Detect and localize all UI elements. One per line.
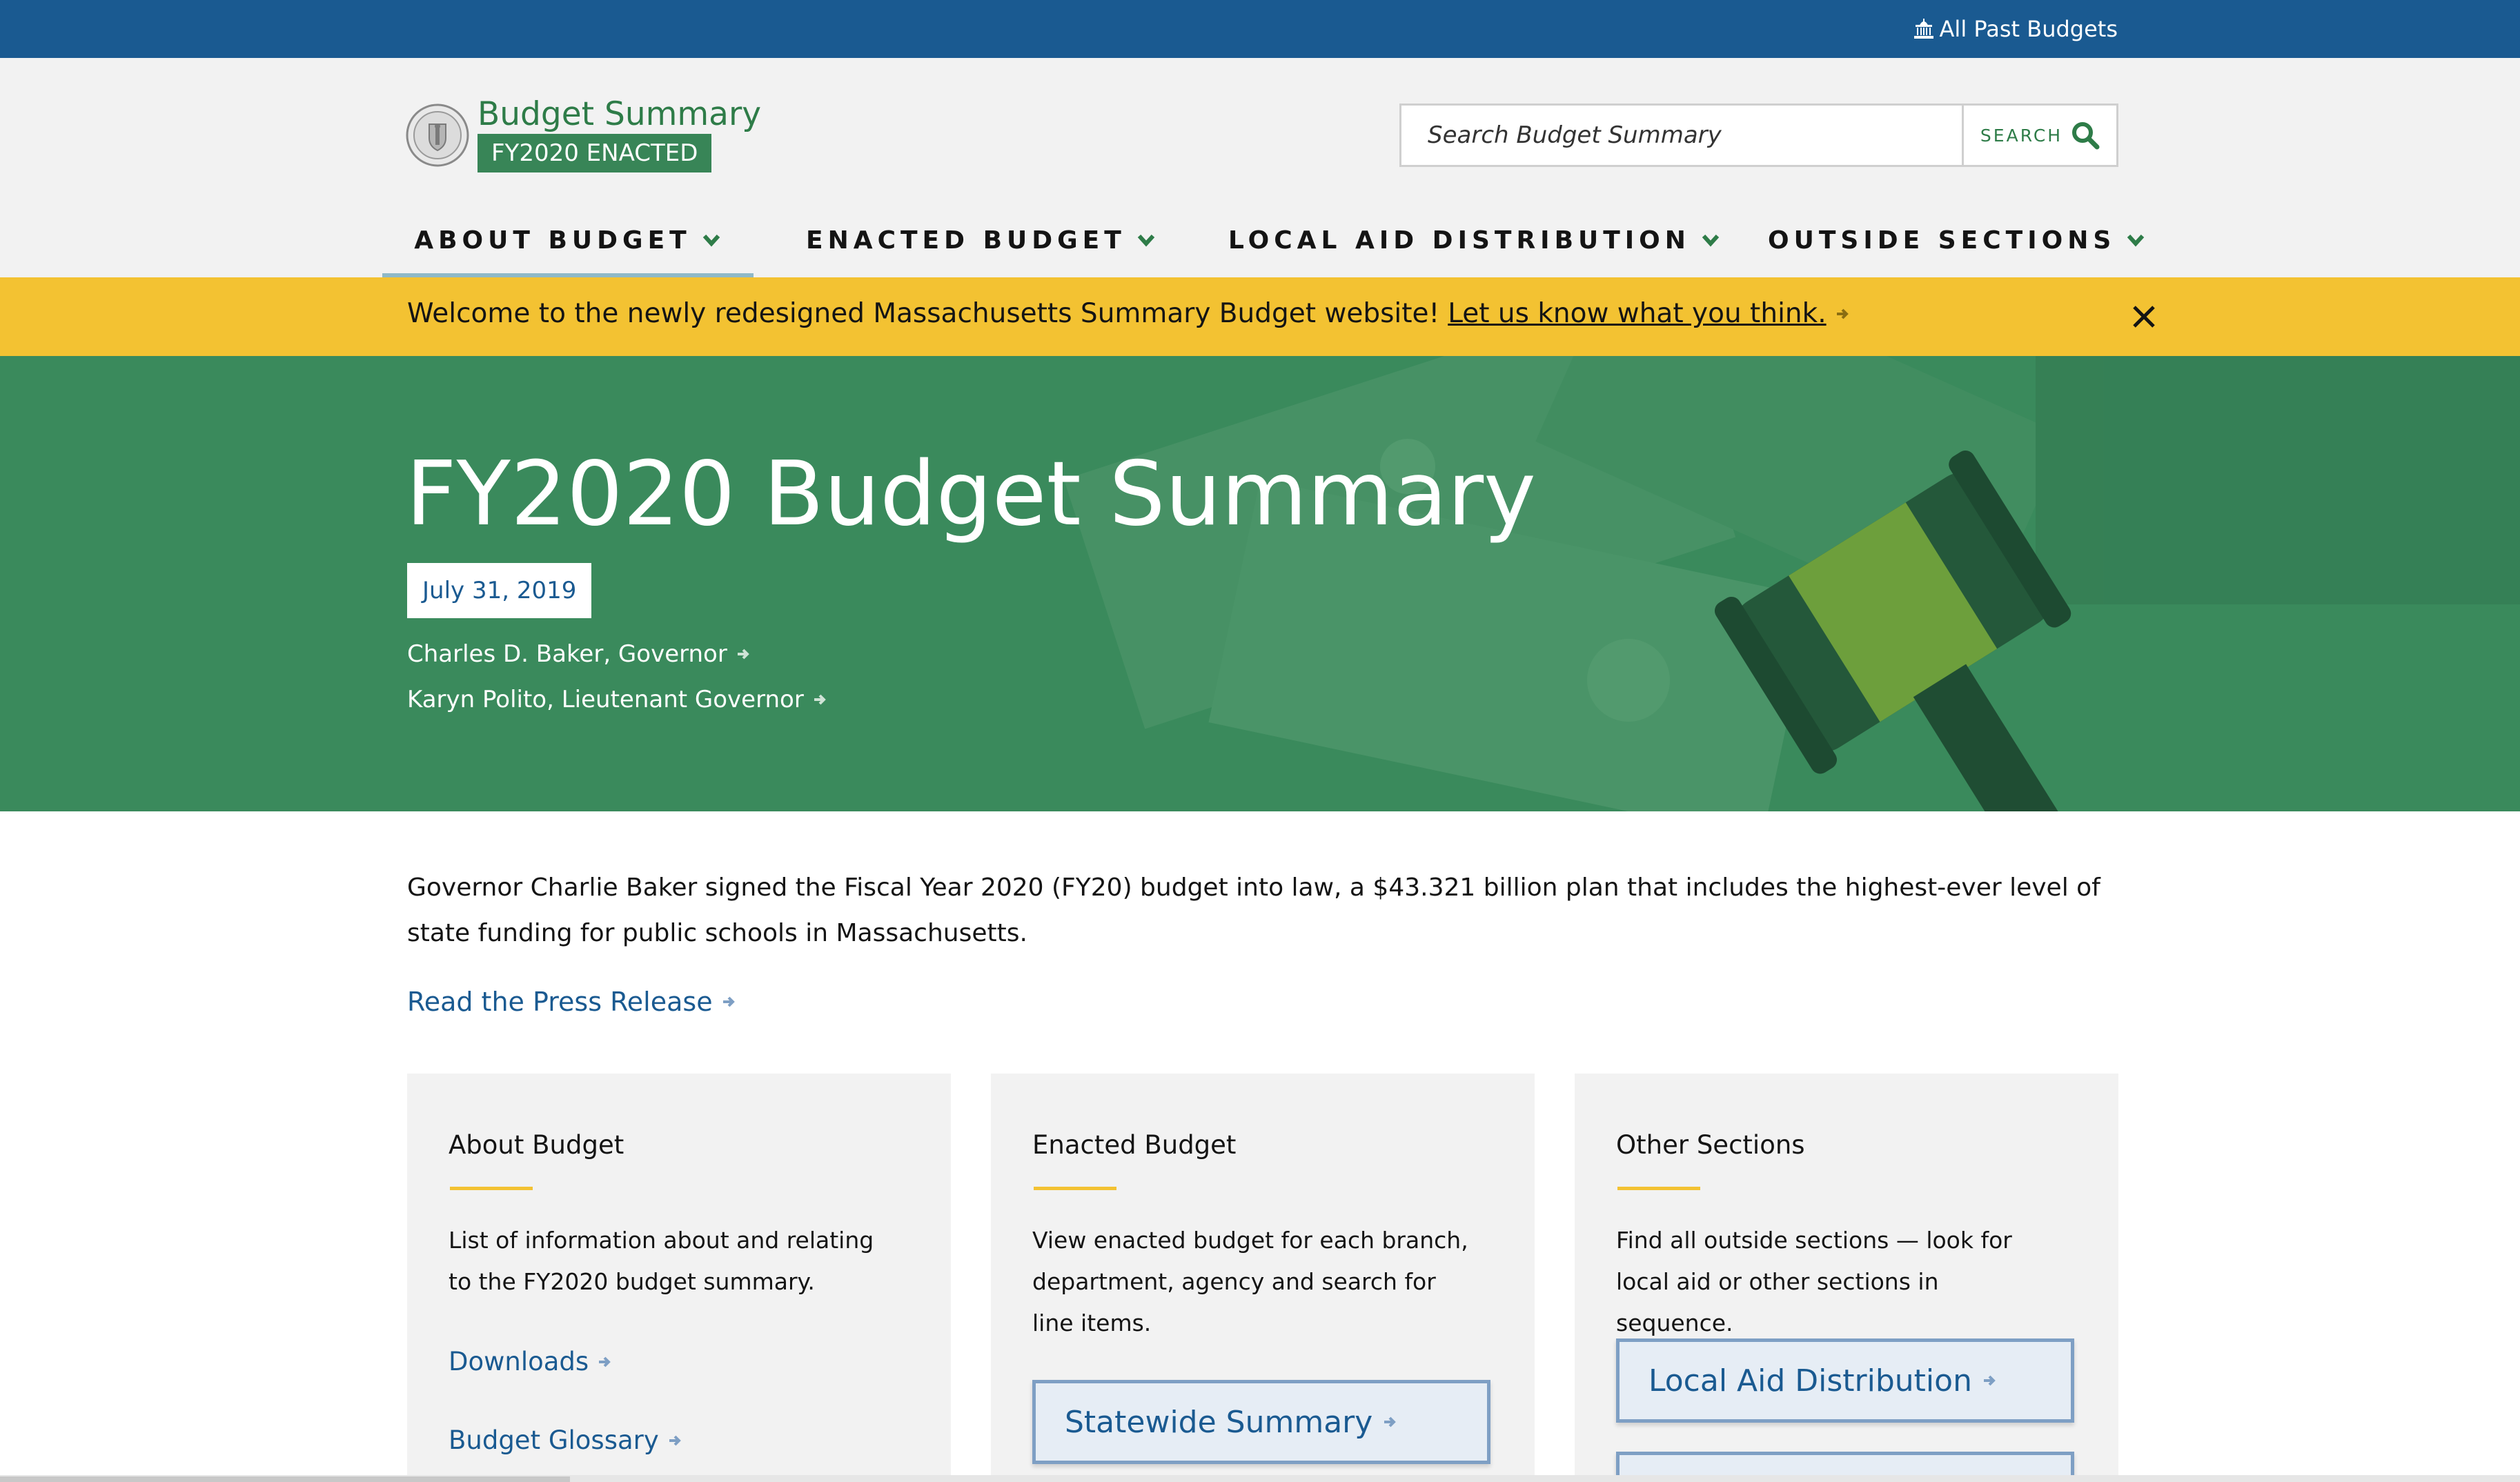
downloads-link[interactable]: Downloads (449, 1347, 612, 1376)
search-input[interactable] (1401, 106, 1962, 165)
capitol-building-icon (1913, 19, 1933, 39)
nav-about-budget-label: ABOUT BUDGET (414, 226, 691, 255)
press-release-link[interactable]: Read the Press Release (407, 987, 736, 1017)
arrow-right-icon (669, 1435, 681, 1445)
feedback-alert-banner: Welcome to the newly redesigned Massachu… (0, 277, 2520, 356)
card-divider (1617, 1187, 1700, 1190)
gavel-and-money-background-image (1063, 356, 2520, 811)
chevron-down-icon (1702, 234, 1720, 247)
lieutenant-governor-link-label: Karyn Polito, Lieutenant Governor (407, 686, 804, 713)
nav-enacted-budget[interactable]: ENACTED BUDGET (806, 207, 1156, 277)
main-nav: ABOUT BUDGET ENACTED BUDGET LOCAL AID DI… (382, 207, 2145, 277)
chevron-down-icon (2127, 234, 2145, 247)
card-description: Find all outside sections — look for loc… (1616, 1227, 2012, 1336)
card-divider (1034, 1187, 1116, 1190)
arrow-right-icon (1983, 1375, 1996, 1386)
budget-date-badge: July 31, 2019 (407, 563, 592, 618)
alert-text: Welcome to the newly redesigned Massachu… (407, 298, 1440, 329)
page-title: FY2020 Budget Summary (406, 443, 1536, 546)
site-title[interactable]: Budget Summary (478, 94, 761, 135)
close-icon (2133, 306, 2155, 328)
lieutenant-governor-link[interactable]: Karyn Polito, Lieutenant Governor (407, 686, 827, 713)
scrollbar-thumb[interactable] (0, 1476, 570, 1482)
arrow-right-icon (599, 1356, 611, 1367)
card-enacted-budget: Enacted Budget View enacted budget for e… (991, 1074, 1535, 1482)
governor-link[interactable]: Charles D. Baker, Governor (407, 640, 751, 668)
card-title: Other Sections (1616, 1130, 1805, 1160)
statewide-summary-button[interactable]: Statewide Summary (1032, 1380, 1490, 1464)
card-title: Enacted Budget (1032, 1130, 1237, 1160)
chevron-down-icon (1137, 234, 1155, 247)
nav-outside-sections-label: OUTSIDE SECTIONS (1768, 226, 2116, 255)
arrow-right-icon (722, 996, 735, 1007)
card-about-budget: About Budget List of information about a… (407, 1074, 951, 1482)
alert-message: Welcome to the newly redesigned Massachu… (407, 298, 1850, 329)
chevron-down-icon (702, 234, 720, 247)
nav-about-budget[interactable]: ABOUT BUDGET (382, 207, 754, 277)
card-description: List of information about and relating t… (449, 1227, 874, 1295)
nav-enacted-budget-label: ENACTED BUDGET (806, 226, 1126, 255)
card-description: View enacted budget for each branch, dep… (1032, 1227, 1468, 1336)
utility-bar: All Past Budgets (0, 0, 2520, 58)
local-aid-distribution-button[interactable]: Local Aid Distribution (1616, 1338, 2074, 1423)
search-form: SEARCH (1399, 103, 2118, 167)
budget-glossary-link[interactable]: Budget Glossary (449, 1425, 682, 1455)
search-icon (2072, 122, 2100, 150)
arrow-right-icon (737, 649, 749, 660)
arrow-right-icon (1384, 1416, 1397, 1427)
search-button-label: SEARCH (1980, 125, 2063, 146)
all-past-budgets-label: All Past Budgets (1939, 16, 2118, 42)
intro-paragraph: Governor Charlie Baker signed the Fiscal… (407, 873, 2100, 947)
statewide-summary-button-label: Statewide Summary (1065, 1404, 1373, 1440)
feedback-link-label: Let us know what you think. (1448, 298, 1827, 329)
fiscal-year-badge: FY2020 ENACTED (478, 134, 712, 172)
nav-local-aid-distribution-label: LOCAL AID DISTRIBUTION (1228, 226, 1691, 255)
site-header: Budget Summary FY2020 ENACTED SEARCH ABO… (0, 58, 2520, 277)
downloads-link-label: Downloads (449, 1347, 589, 1376)
budget-glossary-link-label: Budget Glossary (449, 1425, 659, 1455)
card-divider (450, 1187, 533, 1190)
arrow-right-icon (1836, 308, 1849, 319)
hero-banner: FY2020 Budget Summary July 31, 2019 Char… (0, 356, 2520, 811)
press-release-link-label: Read the Press Release (407, 987, 713, 1017)
local-aid-distribution-button-label: Local Aid Distribution (1648, 1363, 1972, 1399)
card-title: About Budget (449, 1130, 624, 1160)
feedback-link[interactable]: Let us know what you think. (1448, 298, 1849, 329)
nav-local-aid-distribution[interactable]: LOCAL AID DISTRIBUTION (1228, 207, 1721, 277)
nav-outside-sections[interactable]: OUTSIDE SECTIONS (1768, 207, 2146, 277)
all-past-budgets-link[interactable]: All Past Budgets (1912, 12, 2118, 46)
massachusetts-seal-logo (406, 103, 469, 167)
arrow-right-icon (814, 694, 826, 705)
governor-link-label: Charles D. Baker, Governor (407, 640, 727, 668)
search-button[interactable]: SEARCH (1962, 106, 2116, 165)
alert-close-button[interactable] (2125, 298, 2163, 335)
card-other-sections: Other Sections Find all outside sections… (1575, 1074, 2118, 1482)
